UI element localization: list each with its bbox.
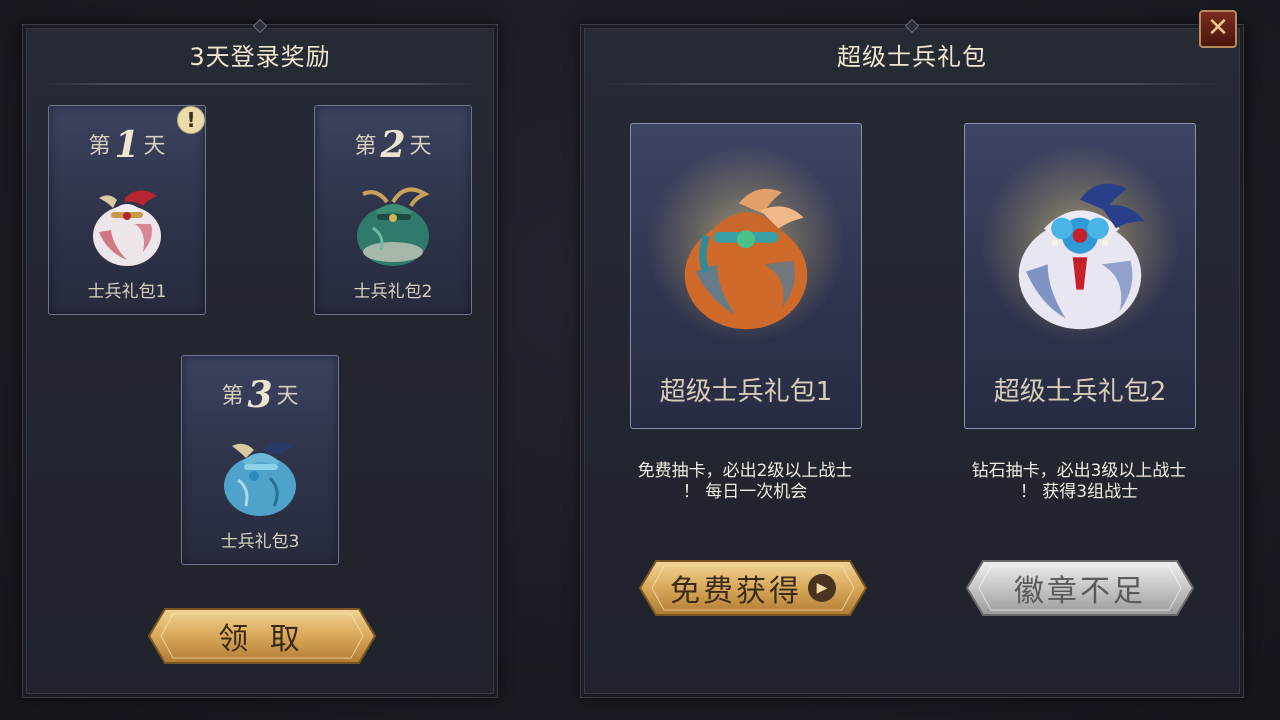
orange-pouch-icon — [684, 188, 808, 330]
pack-1-desc-line1: 免费抽卡，必出2级以上战士 — [637, 461, 853, 481]
day-number: 1 — [114, 124, 140, 166]
pack-1-description: 免费抽卡，必出2级以上战士 ！ 每日一次机会 — [625, 461, 865, 503]
panel-top-ornament — [904, 18, 920, 34]
white-red-pouch-icon — [93, 190, 161, 266]
panel-top-ornament — [252, 18, 268, 34]
day-suffix: 天 — [409, 134, 432, 159]
play-icon: ▶ — [808, 574, 836, 602]
day-prefix: 第 — [88, 134, 111, 159]
day-card-3[interactable]: 第3天 士兵礼包3 — [181, 355, 339, 565]
pack-1-name: 超级士兵礼包1 — [659, 377, 833, 407]
day-card-1[interactable]: 第1天 ! 士兵礼包1 — [48, 105, 206, 315]
day-number: 3 — [247, 374, 273, 416]
pack-2-name: 超级士兵礼包2 — [993, 377, 1167, 407]
login-reward-title: 3天登录奖励 — [189, 43, 331, 71]
pack-1-desc-line2: ！ 每日一次机会 — [682, 482, 808, 502]
day-card-2[interactable]: 第2天 士兵礼包2 — [314, 105, 472, 315]
free-get-button-label: 免费获得 — [670, 574, 802, 609]
day-3-label: 第3天 — [182, 374, 338, 416]
title-divider — [43, 83, 477, 85]
pack-2-desc-line1: 钻石抽卡，必出3级以上战士 — [971, 461, 1187, 481]
day-2-reward-name: 士兵礼包2 — [353, 282, 433, 302]
green-pouch-icon — [357, 187, 430, 266]
pack-card-2[interactable]: 超级士兵礼包2 — [964, 123, 1196, 429]
exclamation-icon: ! — [177, 106, 205, 134]
super-pack-panel: 超级士兵礼包 超级士兵礼包1 免费抽卡，必出2级以上战士 ！ 每日一次机会 免费… — [580, 18, 1244, 698]
insufficient-badges-label: 徽章不足 — [1014, 574, 1146, 609]
free-get-button[interactable]: 免费获得 ▶ — [638, 559, 868, 617]
day-prefix: 第 — [354, 134, 377, 159]
claim-button-label: 领 取 — [218, 622, 306, 657]
insufficient-badges-button[interactable]: 徽章不足 — [965, 559, 1195, 617]
white-jeweled-pouch-icon — [1018, 183, 1145, 330]
super-pack-title: 超级士兵礼包 — [837, 43, 987, 71]
title-divider — [601, 83, 1223, 85]
close-icon[interactable]: ✕ — [1199, 10, 1237, 48]
day-1-reward-name: 士兵礼包1 — [87, 282, 167, 302]
day-2-label: 第2天 — [315, 124, 471, 166]
claim-button[interactable]: 领 取 — [147, 607, 377, 665]
day-3-reward-name: 士兵礼包3 — [220, 532, 300, 552]
day-number: 2 — [380, 124, 406, 166]
day-prefix: 第 — [221, 384, 244, 409]
blue-pouch-icon — [224, 441, 296, 516]
free-get-button-content: 免费获得 ▶ — [638, 559, 868, 617]
login-reward-panel: 3天登录奖励 第1天 ! 士兵礼包1 第2天 士兵礼包2 第 3 天 士兵礼包3… — [22, 18, 498, 698]
day-suffix: 天 — [143, 134, 166, 159]
pack-2-desc-line2: ！ 获得3组战士 — [1019, 482, 1139, 502]
pack-card-1[interactable]: 超级士兵礼包1 — [630, 123, 862, 429]
day-suffix: 天 — [276, 384, 299, 409]
pack-2-description: 钻石抽卡，必出3级以上战士 ！ 获得3组战士 — [959, 461, 1199, 503]
